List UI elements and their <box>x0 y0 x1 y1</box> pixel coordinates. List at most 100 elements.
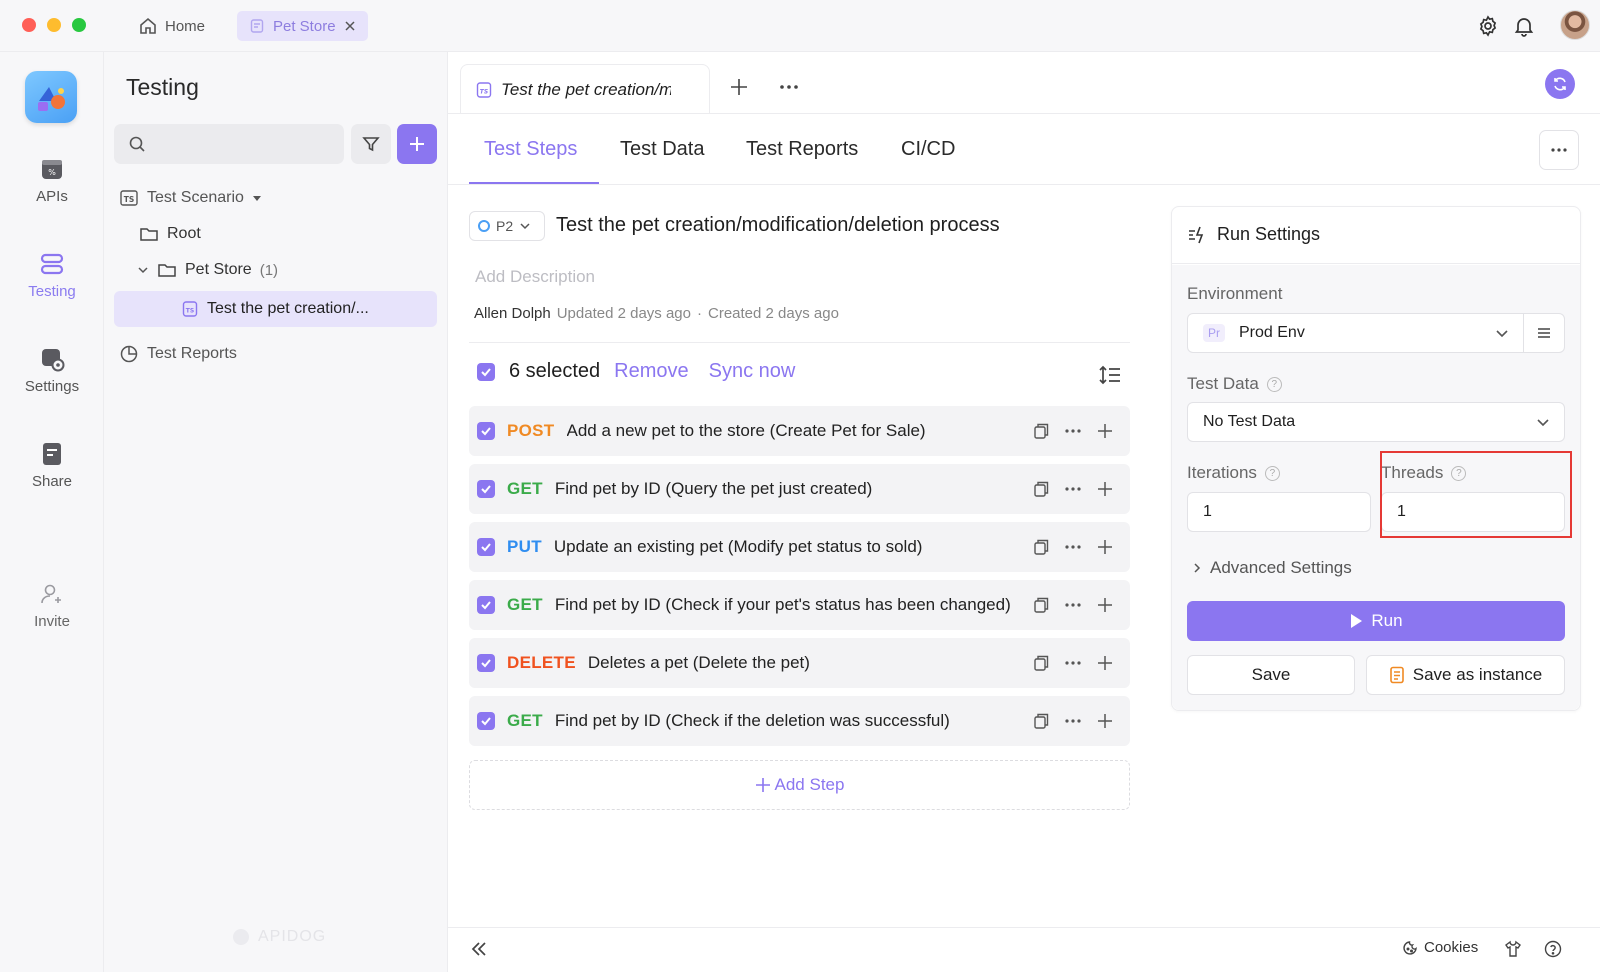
folder-icon <box>139 224 159 244</box>
help-icon[interactable]: ? <box>1264 465 1280 481</box>
step-method: GET <box>507 711 543 730</box>
plus-icon[interactable] <box>1096 538 1114 556</box>
more-options-button[interactable] <box>1539 130 1579 170</box>
more-icon[interactable] <box>1064 422 1082 440</box>
step-checkbox[interactable] <box>477 538 495 556</box>
sync-icon[interactable] <box>1545 69 1575 99</box>
test-data-label-text: Test Data <box>1187 374 1259 393</box>
step-row[interactable]: GET Find pet by ID (Check if your pet's … <box>469 580 1130 630</box>
plus-icon[interactable] <box>1096 422 1114 440</box>
save-button[interactable]: Save <box>1187 655 1355 695</box>
more-icon[interactable] <box>1064 480 1082 498</box>
tree-item-label: Test the pet creation/... <box>207 300 369 317</box>
environment-select[interactable]: Pr Prod Env <box>1187 313 1524 353</box>
more-icon[interactable] <box>1064 712 1082 730</box>
plus-icon <box>408 135 426 153</box>
shirt-icon[interactable] <box>1504 940 1522 958</box>
tree-scenario-root[interactable]: TS Test Scenario <box>119 183 262 213</box>
copy-icon[interactable] <box>1032 422 1050 440</box>
tree-root-folder[interactable]: Root <box>139 219 201 249</box>
chevron-down-icon <box>1495 326 1509 340</box>
more-icon[interactable] <box>1064 538 1082 556</box>
nav-share[interactable]: Share <box>0 441 104 490</box>
more-icon[interactable] <box>1064 654 1082 672</box>
scenario-title[interactable]: Test the pet creation/modification/delet… <box>556 214 1000 237</box>
cookies-button[interactable]: Cookies <box>1402 939 1478 956</box>
step-row[interactable]: DELETE Deletes a pet (Delete the pet) <box>469 638 1130 688</box>
select-all-checkbox[interactable] <box>477 362 495 381</box>
bell-icon[interactable] <box>1512 14 1536 38</box>
sort-icon[interactable] <box>1098 364 1122 386</box>
search-input[interactable] <box>114 124 344 164</box>
tree-reports-label: Test Reports <box>147 345 237 362</box>
add-button[interactable] <box>397 124 437 164</box>
selection-bar: 6 selected Remove Sync now <box>477 360 795 383</box>
save-as-instance-button[interactable]: Save as instance <box>1366 655 1565 695</box>
nav-apis[interactable]: % APIs <box>0 156 104 205</box>
nav-testing[interactable]: Testing <box>0 251 104 300</box>
description-field[interactable]: Add Description <box>475 267 595 287</box>
sync-now-link[interactable]: Sync now <box>709 360 796 383</box>
tree-folder-count: (1) <box>259 261 279 279</box>
test-data-value: No Test Data <box>1203 413 1296 430</box>
environment-value: Prod Env <box>1239 324 1305 341</box>
new-tab-plus-icon[interactable] <box>729 77 749 97</box>
run-button[interactable]: Run <box>1187 601 1565 641</box>
copy-icon[interactable] <box>1032 712 1050 730</box>
user-avatar[interactable] <box>1560 10 1590 40</box>
step-row[interactable]: PUT Update an existing pet (Modify pet s… <box>469 522 1130 572</box>
minimize-window-button[interactable] <box>47 18 61 32</box>
filter-button[interactable] <box>351 124 391 164</box>
tree-test-reports[interactable]: Test Reports <box>119 339 237 369</box>
tab-more-icon[interactable] <box>779 77 799 97</box>
tab-pet-store[interactable]: Pet Store <box>237 11 368 41</box>
step-title: Find pet by ID (Check if the deletion wa… <box>554 711 950 730</box>
tree-item-test-case[interactable]: TS Test the pet creation/... <box>181 294 369 324</box>
step-row[interactable]: POST Add a new pet to the store (Create … <box>469 406 1130 456</box>
step-checkbox[interactable] <box>477 422 495 440</box>
copy-icon[interactable] <box>1032 654 1050 672</box>
tab-ci-cd[interactable]: CI/CD <box>901 138 955 161</box>
test-data-select[interactable]: No Test Data <box>1187 402 1565 442</box>
plus-icon[interactable] <box>1096 480 1114 498</box>
maximize-window-button[interactable] <box>72 18 86 32</box>
plus-icon[interactable] <box>1096 712 1114 730</box>
tab-home[interactable]: Home <box>138 12 205 40</box>
step-checkbox[interactable] <box>477 654 495 672</box>
tree-folder-pet-store[interactable]: Pet Store (1) <box>137 255 278 285</box>
priority-select[interactable]: P2 <box>469 211 545 241</box>
close-tab-icon[interactable] <box>344 20 356 32</box>
remove-link[interactable]: Remove <box>614 360 688 383</box>
chevron-down-icon <box>137 264 149 276</box>
more-icon[interactable] <box>1064 596 1082 614</box>
help-icon[interactable]: ? <box>1266 376 1282 392</box>
nav-invite-label: Invite <box>34 613 70 630</box>
copy-icon[interactable] <box>1032 480 1050 498</box>
plus-icon[interactable] <box>1096 596 1114 614</box>
collapse-sidebar-icon[interactable] <box>470 940 488 958</box>
advanced-settings-label: Advanced Settings <box>1210 558 1352 577</box>
share-icon <box>39 441 65 467</box>
file-tab-active[interactable]: TS Test the pet creation/modification/de… <box>460 64 710 114</box>
help-icon[interactable] <box>1544 940 1562 958</box>
add-step-button[interactable]: Add Step <box>469 760 1130 810</box>
close-window-button[interactable] <box>22 18 36 32</box>
step-row[interactable]: GET Find pet by ID (Query the pet just c… <box>469 464 1130 514</box>
priority-dot-icon <box>478 220 490 232</box>
copy-icon[interactable] <box>1032 538 1050 556</box>
copy-icon[interactable] <box>1032 596 1050 614</box>
iterations-input[interactable]: 1 <box>1187 492 1371 532</box>
plus-icon[interactable] <box>1096 654 1114 672</box>
advanced-settings-toggle[interactable]: Advanced Settings <box>1192 558 1352 578</box>
tab-test-data[interactable]: Test Data <box>620 138 704 161</box>
gear-icon[interactable] <box>1476 14 1500 38</box>
step-checkbox[interactable] <box>477 596 495 614</box>
environment-manage-button[interactable] <box>1523 313 1565 353</box>
tab-test-steps[interactable]: Test Steps <box>484 138 577 161</box>
step-checkbox[interactable] <box>477 712 495 730</box>
nav-invite[interactable]: Invite <box>0 581 104 630</box>
step-row[interactable]: GET Find pet by ID (Check if the deletio… <box>469 696 1130 746</box>
tab-test-reports[interactable]: Test Reports <box>746 138 858 161</box>
step-checkbox[interactable] <box>477 480 495 498</box>
nav-settings[interactable]: Settings <box>0 346 104 395</box>
